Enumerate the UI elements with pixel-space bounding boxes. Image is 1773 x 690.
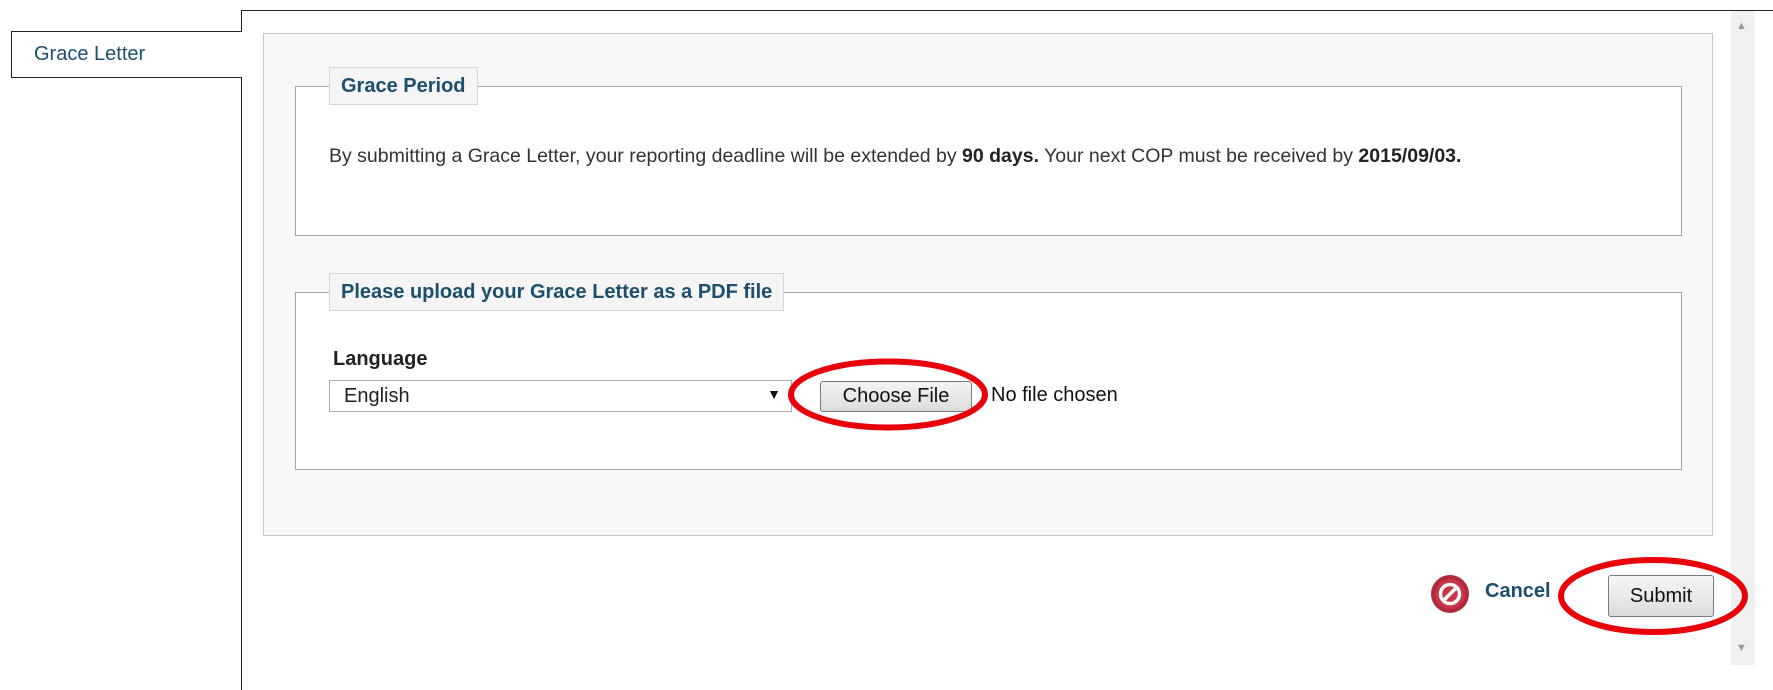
cancel-link[interactable]: Cancel xyxy=(1485,580,1551,603)
extension-days: 90 days. xyxy=(962,145,1040,167)
language-select[interactable]: English ▼ xyxy=(329,380,792,412)
submit-button[interactable]: Submit xyxy=(1608,575,1714,617)
info-text-middle: Your next COP must be received by xyxy=(1039,145,1359,167)
file-status: No file chosen xyxy=(991,384,1118,406)
dropdown-arrow-icon: ▼ xyxy=(767,386,781,402)
grace-period-legend: Grace Period xyxy=(329,67,478,105)
cancel-circle-icon[interactable] xyxy=(1430,574,1470,614)
scroll-down-icon[interactable]: ▼ xyxy=(1736,642,1747,654)
grace-period-info: By submitting a Grace Letter, your repor… xyxy=(329,145,1461,168)
scroll-up-icon[interactable]: ▲ xyxy=(1736,20,1747,32)
upload-legend: Please upload your Grace Letter as a PDF… xyxy=(329,273,785,311)
info-text-prefix: By submitting a Grace Letter, your repor… xyxy=(329,145,963,167)
deadline-date: 2015/09/03. xyxy=(1358,145,1462,167)
language-select-value: English xyxy=(344,385,410,407)
choose-file-button[interactable]: Choose File xyxy=(820,381,972,412)
tab-label: Grace Letter xyxy=(34,43,146,65)
tab-grace-letter[interactable]: Grace Letter xyxy=(11,31,242,78)
language-label: Language xyxy=(333,348,428,370)
scrollbar[interactable] xyxy=(1731,11,1755,665)
